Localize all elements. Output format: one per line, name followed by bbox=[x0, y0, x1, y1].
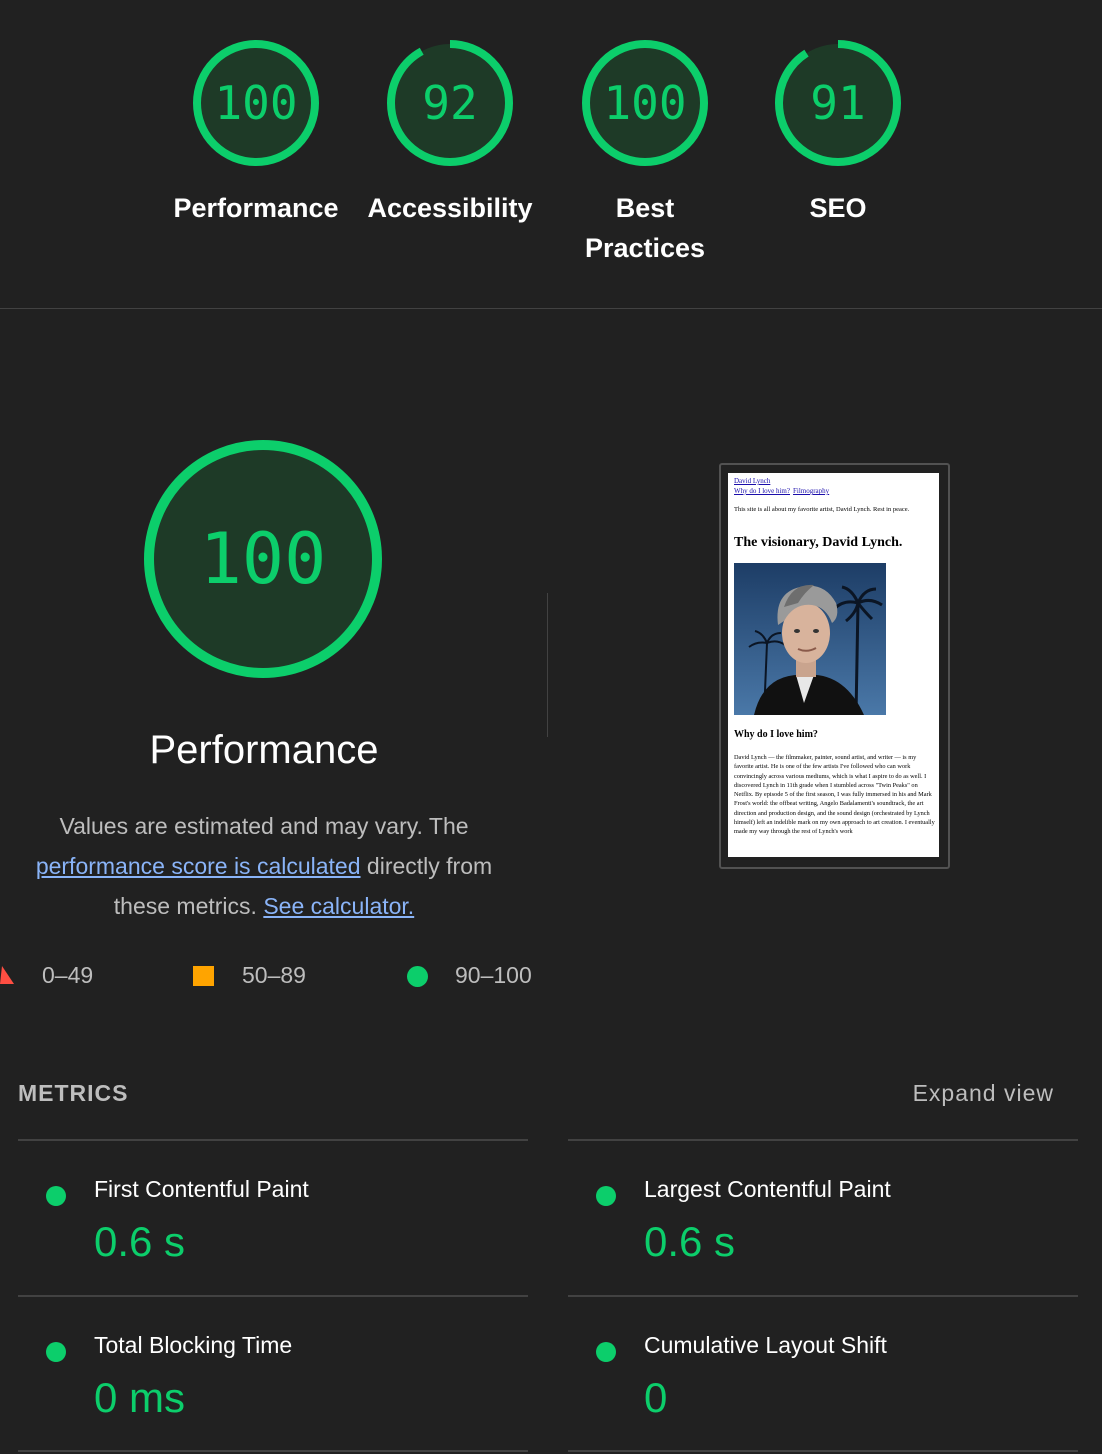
screenshot-nav: Why do I love him? Filmography bbox=[734, 487, 832, 495]
gauge-score: 100 bbox=[603, 76, 687, 130]
pass-circle-icon bbox=[596, 1342, 616, 1362]
metric-total-blocking-time: Total Blocking Time 0 ms bbox=[18, 1302, 528, 1452]
screenshot-nav-link: Why do I love him? bbox=[734, 487, 790, 495]
metric-value: 0.6 s bbox=[644, 1218, 736, 1265]
metric-value: 0 ms bbox=[94, 1374, 186, 1421]
metric-title: Total Blocking Time bbox=[94, 1332, 293, 1358]
gauge-score: 91 bbox=[810, 76, 866, 130]
expand-view-button[interactable]: Expand view bbox=[913, 1080, 1054, 1107]
portrait-image bbox=[734, 563, 886, 715]
final-screenshot[interactable]: David Lynch Why do I love him? Filmograph… bbox=[719, 463, 950, 869]
pass-circle-icon bbox=[46, 1342, 66, 1362]
metric-divider bbox=[568, 1450, 1078, 1452]
legend-range: 50–89 bbox=[242, 962, 306, 988]
performance-description: Values are estimated and may vary. The p… bbox=[0, 806, 528, 926]
performance-title: Performance bbox=[149, 728, 379, 772]
metric-divider bbox=[568, 1295, 1078, 1297]
legend-range: 90–100 bbox=[455, 962, 532, 988]
metrics-heading: METRICS bbox=[18, 1080, 129, 1106]
performance-gauge-large: 100 bbox=[142, 438, 384, 680]
gauge-label: Best Practices bbox=[584, 193, 706, 263]
screenshot-subheading: Why do I love him? bbox=[734, 729, 818, 740]
metric-title: Cumulative Layout Shift bbox=[644, 1332, 887, 1358]
triangle-icon bbox=[0, 966, 14, 984]
metric-divider bbox=[18, 1450, 528, 1452]
screenshot-page: David Lynch Why do I love him? Filmograph… bbox=[728, 473, 939, 857]
screenshot-body: David Lynch — the filmmaker, painter, so… bbox=[734, 754, 935, 836]
gauge-label: Performance bbox=[173, 193, 339, 223]
screenshot-heading: The visionary, David Lynch. bbox=[734, 535, 903, 550]
metric-divider bbox=[568, 1139, 1078, 1141]
metric-title: Largest Contentful Paint bbox=[644, 1176, 891, 1202]
see-calculator-link[interactable]: See calculator. bbox=[263, 893, 414, 919]
desc-text: these metrics. bbox=[113, 893, 257, 919]
gauge-label: Accessibility bbox=[367, 193, 533, 223]
section-divider bbox=[0, 308, 1102, 309]
square-icon bbox=[193, 966, 214, 986]
gauge-label: SEO bbox=[809, 193, 867, 223]
score-calculation-link[interactable]: performance score is calculated bbox=[36, 853, 361, 879]
metric-divider bbox=[18, 1139, 528, 1141]
category-gauges: 100 Performance 92 Accessibility 100 Bes… bbox=[0, 0, 1102, 309]
metric-divider bbox=[18, 1295, 528, 1297]
metric-value: 0 bbox=[644, 1374, 668, 1421]
circle-icon bbox=[407, 966, 428, 987]
pass-circle-icon bbox=[46, 1186, 66, 1206]
metric-value: 0.6 s bbox=[94, 1218, 186, 1265]
gauge-score: 100 bbox=[214, 76, 298, 130]
screenshot-nav-link: Filmography bbox=[793, 487, 830, 495]
metric-title: First Contentful Paint bbox=[94, 1176, 309, 1202]
metric-first-contentful-paint: First Contentful Paint 0.6 s bbox=[18, 1146, 528, 1296]
pass-circle-icon bbox=[596, 1186, 616, 1206]
legend-range: 0–49 bbox=[42, 962, 94, 988]
metric-cumulative-layout-shift: Cumulative Layout Shift 0 bbox=[568, 1302, 1078, 1452]
vertical-divider bbox=[547, 593, 548, 737]
desc-text: directly from bbox=[366, 853, 493, 879]
performance-score: 100 bbox=[199, 518, 327, 600]
gauge-score: 92 bbox=[422, 76, 478, 130]
metric-largest-contentful-paint: Largest Contentful Paint 0.6 s bbox=[568, 1146, 1078, 1296]
screenshot-nav-home: David Lynch bbox=[734, 477, 771, 485]
desc-text: Values are estimated and may vary. The bbox=[59, 813, 469, 839]
screenshot-intro: This site is all about my favorite artis… bbox=[734, 506, 910, 513]
portrait-illustration bbox=[734, 563, 886, 715]
